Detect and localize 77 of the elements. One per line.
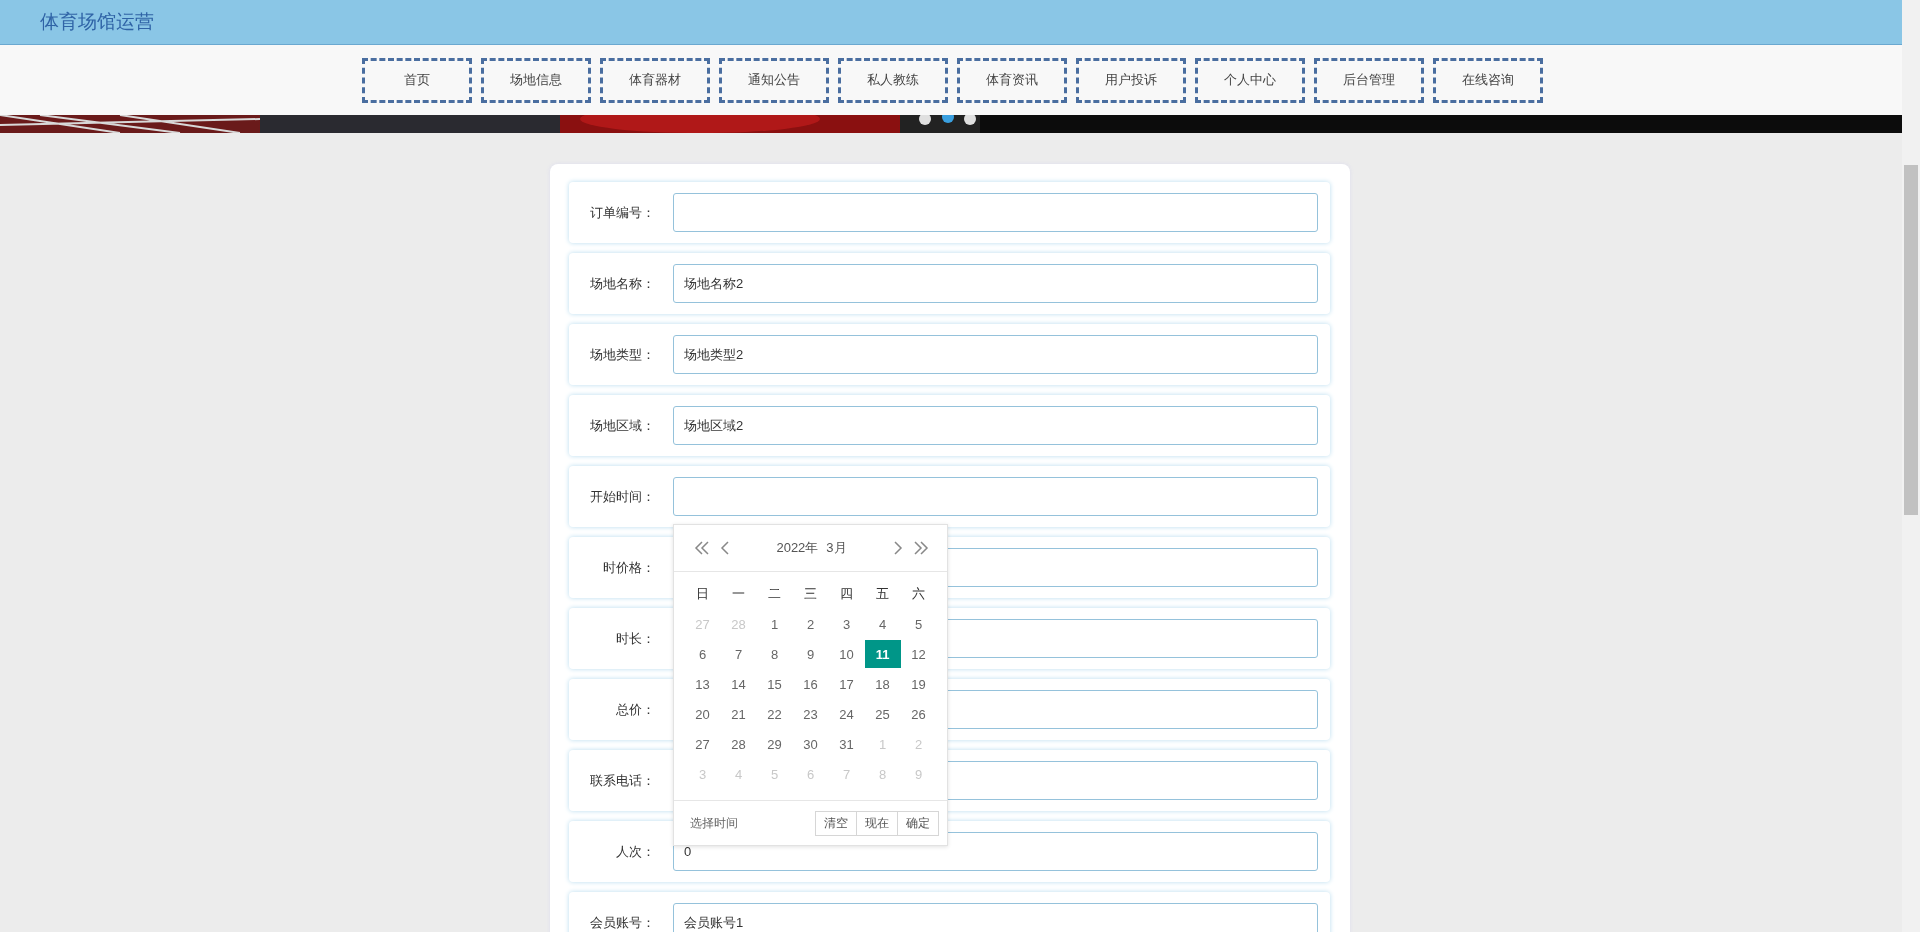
calendar-day[interactable]: 10 bbox=[828, 640, 865, 668]
nav-link[interactable]: 个人中心 bbox=[1194, 57, 1305, 103]
field-label: 会员账号： bbox=[589, 913, 655, 932]
nav-link[interactable]: 体育资讯 bbox=[956, 57, 1067, 103]
calendar-button[interactable]: 现在 bbox=[856, 810, 898, 836]
calendar-day[interactable]: 3 bbox=[828, 610, 865, 638]
calendar-day[interactable]: 18 bbox=[864, 670, 901, 698]
calendar-day[interactable]: 5 bbox=[900, 610, 937, 638]
nav-link[interactable]: 首页 bbox=[361, 57, 472, 103]
calendar-day[interactable]: 13 bbox=[684, 670, 721, 698]
calendar-day[interactable]: 24 bbox=[828, 700, 865, 728]
calendar-button[interactable]: 确定 bbox=[897, 810, 939, 836]
nav-link[interactable]: 通知公告 bbox=[718, 57, 829, 103]
calendar-day[interactable]: 26 bbox=[900, 700, 937, 728]
weekday-label: 五 bbox=[875, 585, 890, 603]
weekday-label: 日 bbox=[695, 585, 710, 603]
nav-link[interactable]: 在线咨询 bbox=[1432, 57, 1543, 103]
month-label[interactable]: 3月 bbox=[826, 539, 847, 557]
calendar-day[interactable]: 16 bbox=[792, 670, 829, 698]
nav-link[interactable]: 场地信息 bbox=[480, 57, 591, 103]
calendar-day[interactable]: 14 bbox=[720, 670, 757, 698]
weekday-label: 一 bbox=[731, 585, 746, 603]
calendar-day[interactable]: 4 bbox=[864, 610, 901, 638]
nav-link[interactable]: 用户投诉 bbox=[1075, 57, 1186, 103]
chevron-left-icon[interactable] bbox=[720, 540, 730, 556]
field-label: 人次： bbox=[615, 842, 655, 861]
select-time-link[interactable]: 选择时间 bbox=[690, 814, 816, 832]
double-chevron-left-icon[interactable] bbox=[694, 540, 710, 556]
weekday-label: 二 bbox=[767, 585, 782, 603]
field-label: 开始时间： bbox=[589, 487, 655, 506]
calendar-day[interactable]: 11 bbox=[864, 640, 901, 668]
calendar-day[interactable]: 15 bbox=[756, 670, 793, 698]
nav-link[interactable]: 体育器材 bbox=[599, 57, 710, 103]
input-field[interactable] bbox=[673, 193, 1318, 232]
calendar-day[interactable]: 2 bbox=[792, 610, 829, 638]
scrollbar-thumb[interactable] bbox=[1904, 165, 1918, 515]
calendar-day[interactable]: 7 bbox=[720, 640, 757, 668]
site-title: 体育场馆运营 bbox=[40, 10, 154, 34]
weekday-label: 四 bbox=[839, 585, 854, 603]
calendar-day[interactable]: 29 bbox=[756, 730, 793, 758]
calendar-day[interactable]: 30 bbox=[792, 730, 829, 758]
input-field[interactable]: 场地区域2 bbox=[673, 406, 1318, 445]
field-label: 订单编号： bbox=[589, 203, 655, 222]
field-label: 场地区域： bbox=[589, 416, 655, 435]
calendar-day[interactable]: 12 bbox=[900, 640, 937, 668]
input-field[interactable] bbox=[673, 477, 1318, 516]
calendar-day[interactable]: 8 bbox=[756, 640, 793, 668]
calendar-day[interactable]: 20 bbox=[684, 700, 721, 728]
calendar-day[interactable]: 19 bbox=[900, 670, 937, 698]
calendar-day[interactable]: 23 bbox=[792, 700, 829, 728]
calendar-button[interactable]: 清空 bbox=[815, 810, 857, 836]
calendar-day[interactable]: 27 bbox=[684, 730, 721, 758]
double-chevron-right-icon[interactable] bbox=[913, 540, 929, 556]
calendar-day[interactable]: 1 bbox=[756, 610, 793, 638]
calendar-day[interactable]: 9 bbox=[792, 640, 829, 668]
calendar-day[interactable]: 6 bbox=[684, 640, 721, 668]
year-label[interactable]: 2022年 bbox=[776, 539, 819, 557]
calendar-day[interactable]: 28 bbox=[720, 730, 757, 758]
calendar-day[interactable]: 17 bbox=[828, 670, 865, 698]
weekday-label: 六 bbox=[911, 585, 926, 603]
calendar-day[interactable]: 21 bbox=[720, 700, 757, 728]
field-label: 场地类型： bbox=[589, 345, 655, 364]
input-field[interactable]: 场地名称2 bbox=[673, 264, 1318, 303]
nav-link[interactable]: 私人教练 bbox=[837, 57, 948, 103]
calendar-day[interactable]: 31 bbox=[828, 730, 865, 758]
field-label: 场地名称： bbox=[589, 274, 655, 293]
calendar-day[interactable]: 25 bbox=[864, 700, 901, 728]
field-label: 总价： bbox=[615, 700, 655, 719]
input-field[interactable]: 场地类型2 bbox=[673, 335, 1318, 374]
chevron-right-icon[interactable] bbox=[893, 540, 903, 556]
input-field[interactable]: 会员账号1 bbox=[673, 903, 1318, 932]
field-label: 联系电话： bbox=[589, 771, 655, 790]
field-label: 时价格： bbox=[602, 558, 655, 577]
weekday-label: 三 bbox=[803, 585, 818, 603]
field-label: 时长： bbox=[615, 629, 655, 648]
calendar-day[interactable]: 22 bbox=[756, 700, 793, 728]
nav-link[interactable]: 后台管理 bbox=[1313, 57, 1424, 103]
